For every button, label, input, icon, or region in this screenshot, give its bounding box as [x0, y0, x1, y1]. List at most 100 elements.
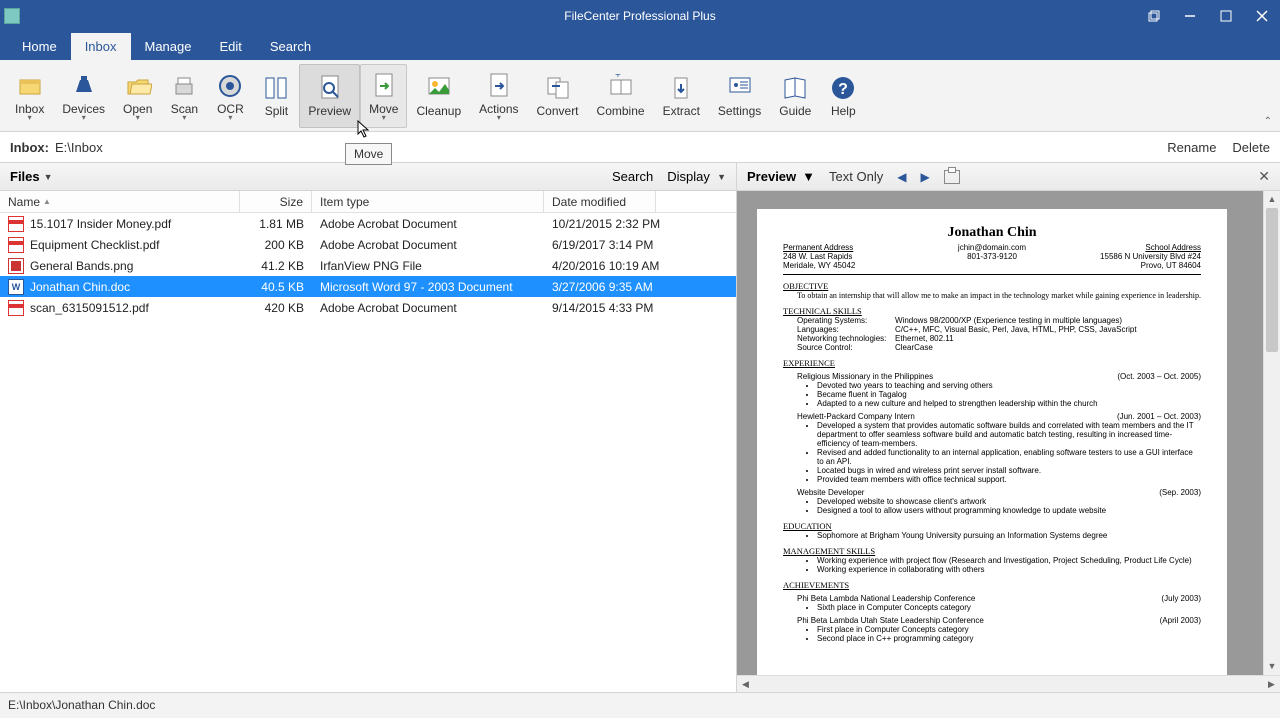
convert-button[interactable]: Convert: [528, 64, 588, 128]
restore-down-icon[interactable]: [1136, 0, 1172, 32]
display-dropdown-icon: ▼: [717, 172, 726, 182]
scroll-up-icon[interactable]: ▲: [1264, 191, 1280, 208]
search-button[interactable]: Search: [612, 169, 653, 184]
preview-dropdown-icon[interactable]: ▼: [802, 169, 815, 184]
preview-icon: [316, 74, 344, 102]
document-preview: Jonathan ChinPermanent Address248 W. Las…: [757, 209, 1227, 692]
settings-icon: [726, 74, 754, 102]
close-icon[interactable]: [1244, 0, 1280, 32]
file-row[interactable]: 15.1017 Insider Money.pdf 1.81 MBAdobe Ac…: [0, 213, 736, 234]
app-title: FileCenter Professional Plus: [564, 9, 715, 23]
scroll-right-icon[interactable]: ▶: [1263, 676, 1280, 692]
pdf-icon: [8, 237, 24, 253]
tab-search[interactable]: Search: [256, 33, 325, 60]
pdf-icon: [8, 300, 24, 316]
split-button[interactable]: Split: [253, 64, 299, 128]
file-row[interactable]: Equipment Checklist.pdf 200 KBAdobe Acrob…: [0, 234, 736, 255]
scan-icon: [170, 72, 198, 100]
text-only-button[interactable]: Text Only: [829, 169, 883, 184]
tooltip: Move: [345, 143, 392, 165]
inbox-icon: [16, 72, 44, 100]
actions-button[interactable]: Actions▾: [470, 64, 527, 128]
file-date: 10/21/2015 2:32 PM: [544, 217, 724, 231]
file-row[interactable]: General Bands.png41.2 KBIrfanView PNG Fi…: [0, 255, 736, 276]
file-row[interactable]: scan_6315091512.pdf420 KBAdobe Acrobat D…: [0, 297, 736, 318]
app-icon: [4, 8, 20, 24]
split-icon: [262, 74, 290, 102]
files-pane: Files ▼ Search Display ▼ Name▲ Size Item…: [0, 162, 736, 692]
scroll-down-icon[interactable]: ▼: [1264, 658, 1280, 675]
preview-button[interactable]: Preview: [299, 64, 360, 128]
file-name: Equipment Checklist.pdf: [30, 238, 159, 252]
combine-button[interactable]: +Combine: [588, 64, 654, 128]
print-icon[interactable]: [944, 170, 960, 184]
path-bar: Inbox: E:\Inbox Rename Delete: [0, 132, 1280, 162]
file-size: 40.5 KB: [240, 280, 312, 294]
delete-button[interactable]: Delete: [1232, 140, 1270, 155]
scrollbar-thumb[interactable]: [1266, 208, 1278, 352]
file-size: 1.81 MB: [240, 217, 312, 231]
col-type[interactable]: Item type: [312, 191, 544, 212]
prev-arrow-icon[interactable]: ◀: [897, 170, 906, 184]
ocr-icon: [216, 72, 244, 100]
inbox-label: Inbox:: [10, 140, 49, 155]
pdf-icon: [8, 216, 24, 232]
tab-inbox[interactable]: Inbox: [71, 33, 131, 60]
display-button[interactable]: Display ▼: [667, 169, 726, 184]
ribbon: Inbox▾Devices▾Open▾Scan▾OCR▾SplitPreview…: [0, 60, 1280, 132]
help-icon: ?: [829, 74, 857, 102]
move-icon: [370, 72, 398, 100]
close-preview-icon[interactable]: ✕: [1258, 168, 1270, 185]
cleanup-button[interactable]: Cleanup: [407, 64, 470, 128]
move-button[interactable]: Move▾: [360, 64, 407, 128]
scan-button[interactable]: Scan▾: [161, 64, 207, 128]
window-controls: [1136, 0, 1280, 32]
guide-button[interactable]: Guide: [770, 64, 820, 128]
file-name: General Bands.png: [30, 259, 133, 273]
file-type: Adobe Acrobat Document: [312, 217, 544, 231]
tab-home[interactable]: Home: [8, 33, 71, 60]
tab-manage[interactable]: Manage: [131, 33, 206, 60]
file-name: 15.1017 Insider Money.pdf: [30, 217, 171, 231]
maximize-icon[interactable]: [1208, 0, 1244, 32]
scroll-left-icon[interactable]: ◀: [737, 676, 754, 692]
settings-button[interactable]: Settings: [709, 64, 770, 128]
file-size: 41.2 KB: [240, 259, 312, 273]
col-date[interactable]: Date modified: [544, 191, 656, 212]
file-date: 3/27/2006 9:35 AM: [544, 280, 724, 294]
preview-pane: Preview ▼ Text Only ◀ ▶ ✕ Jonathan ChinP…: [736, 162, 1280, 692]
extract-button[interactable]: Extract: [654, 64, 709, 128]
png-icon: [8, 258, 24, 274]
files-title[interactable]: Files: [10, 169, 40, 184]
cleanup-icon: [425, 74, 453, 102]
files-dropdown-icon[interactable]: ▼: [44, 172, 53, 182]
help-button[interactable]: ?Help: [820, 64, 866, 128]
open-button[interactable]: Open▾: [114, 64, 161, 128]
panes: Files ▼ Search Display ▼ Name▲ Size Item…: [0, 162, 1280, 692]
collapse-ribbon-icon[interactable]: ⌃: [1264, 116, 1272, 127]
col-size[interactable]: Size: [240, 191, 312, 212]
inbox-button[interactable]: Inbox▾: [6, 64, 53, 128]
rename-button[interactable]: Rename: [1167, 140, 1216, 155]
file-size: 200 KB: [240, 238, 312, 252]
preview-header: Preview ▼ Text Only ◀ ▶ ✕: [737, 163, 1280, 191]
vertical-scrollbar[interactable]: ▲ ▼: [1263, 191, 1280, 675]
next-arrow-icon[interactable]: ▶: [920, 170, 929, 184]
file-type: Adobe Acrobat Document: [312, 238, 544, 252]
file-list: 15.1017 Insider Money.pdf 1.81 MBAdobe Ac…: [0, 213, 736, 692]
file-row[interactable]: Jonathan Chin.doc40.5 KBMicrosoft Word 9…: [0, 276, 736, 297]
svg-text:+: +: [615, 74, 621, 81]
column-headers: Name▲ Size Item type Date modified: [0, 191, 736, 213]
preview-title[interactable]: Preview: [747, 169, 796, 184]
file-date: 6/19/2017 3:14 PM: [544, 238, 724, 252]
devices-button[interactable]: Devices▾: [53, 64, 114, 128]
minimize-icon[interactable]: [1172, 0, 1208, 32]
main-tabs: HomeInboxManageEditSearch: [0, 32, 1280, 60]
col-name[interactable]: Name▲: [0, 191, 240, 212]
file-date: 9/14/2015 4:33 PM: [544, 301, 724, 315]
file-date: 4/20/2016 10:19 AM: [544, 259, 724, 273]
ocr-button[interactable]: OCR▾: [207, 64, 253, 128]
horizontal-scrollbar[interactable]: ◀ ▶: [737, 675, 1280, 692]
tab-edit[interactable]: Edit: [205, 33, 255, 60]
devices-icon: [70, 72, 98, 100]
